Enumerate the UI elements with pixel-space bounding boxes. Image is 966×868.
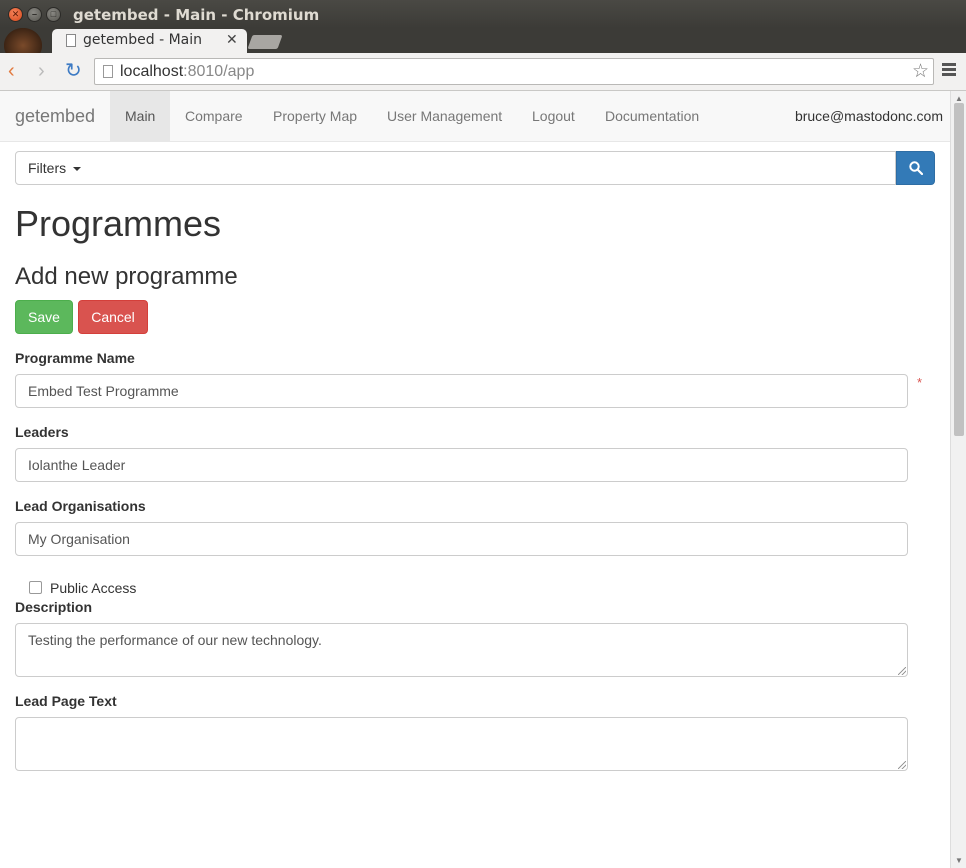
menu-hamburger-icon[interactable] bbox=[942, 63, 956, 78]
public-access-label[interactable]: Public Access bbox=[50, 580, 136, 596]
window-title: getembed - Main - Chromium bbox=[73, 6, 320, 24]
url-host: localhost bbox=[120, 63, 184, 80]
filters-dropdown-button[interactable]: Filters bbox=[15, 151, 91, 185]
resize-handle-icon[interactable] bbox=[898, 761, 906, 769]
caret-down-icon bbox=[73, 167, 82, 172]
window-minimize-button[interactable]: – bbox=[27, 7, 42, 22]
window-maximize-button[interactable]: □ bbox=[46, 7, 61, 22]
leaders-input[interactable]: Iolanthe Leader bbox=[15, 448, 908, 482]
search-input[interactable] bbox=[90, 151, 896, 185]
reload-icon[interactable]: ↻ bbox=[65, 61, 82, 81]
cancel-button[interactable]: Cancel bbox=[78, 300, 148, 334]
window-close-button[interactable]: ✕ bbox=[8, 7, 23, 22]
lead-organisations-label: Lead Organisations bbox=[15, 498, 146, 514]
page-icon bbox=[103, 65, 113, 78]
resize-handle-icon[interactable] bbox=[898, 667, 906, 675]
save-button[interactable]: Save bbox=[15, 300, 73, 334]
url-path: :8010/app bbox=[183, 63, 255, 80]
tab-close-icon[interactable]: ✕ bbox=[226, 31, 238, 48]
browser-toolbar: ‹ › ↻ localhost:8010/app ☆ bbox=[0, 53, 966, 91]
lead-page-text-textarea[interactable] bbox=[15, 717, 908, 771]
scrollbar-thumb[interactable] bbox=[954, 103, 964, 436]
nav-item-property-map[interactable]: Property Map bbox=[258, 91, 372, 141]
leaders-label: Leaders bbox=[15, 424, 69, 440]
lead-organisations-input[interactable]: My Organisation bbox=[15, 522, 908, 556]
nav-item-main[interactable]: Main bbox=[110, 91, 171, 141]
address-bar[interactable]: localhost:8010/app ☆ bbox=[94, 58, 934, 85]
window-controls: ✕ – □ bbox=[8, 7, 61, 22]
window-title-bar: ✕ – □ getembed - Main - Chromium bbox=[0, 0, 966, 28]
nav-item-documentation[interactable]: Documentation bbox=[590, 91, 714, 141]
url-text[interactable]: localhost:8010/app bbox=[120, 63, 254, 81]
tab-strip: getembed - Main ✕ bbox=[0, 28, 966, 53]
filters-label: Filters bbox=[28, 160, 67, 176]
nav-item-user-management[interactable]: User Management bbox=[372, 91, 517, 141]
browser-logo-icon bbox=[4, 28, 42, 53]
nav-item-logout[interactable]: Logout bbox=[517, 91, 590, 141]
page-icon bbox=[66, 34, 76, 47]
search-icon bbox=[909, 161, 923, 175]
description-textarea[interactable]: Testing the performance of our new techn… bbox=[15, 623, 908, 677]
lead-page-text-label: Lead Page Text bbox=[15, 693, 117, 709]
browser-tab[interactable]: getembed - Main ✕ bbox=[52, 29, 247, 53]
nav-item-compare[interactable]: Compare bbox=[170, 91, 258, 141]
public-access-checkbox[interactable] bbox=[29, 581, 42, 594]
page-title: Programmes bbox=[15, 203, 222, 244]
programme-name-label: Programme Name bbox=[15, 350, 135, 366]
user-email[interactable]: bruce@mastodonc.com bbox=[795, 91, 943, 141]
page-scrollbar[interactable]: ▲ ▼ bbox=[950, 91, 966, 868]
description-label: Description bbox=[15, 599, 93, 615]
app-navbar: getembed Main Compare Property Map User … bbox=[0, 91, 950, 142]
required-marker: * bbox=[917, 375, 923, 390]
bookmark-star-icon[interactable]: ☆ bbox=[912, 60, 929, 83]
scroll-up-icon[interactable]: ▲ bbox=[955, 94, 963, 103]
forward-icon[interactable]: › bbox=[38, 61, 45, 81]
tab-title: getembed - Main bbox=[83, 32, 202, 48]
new-tab-button[interactable] bbox=[247, 35, 283, 49]
programme-name-input[interactable]: Embed Test Programme bbox=[15, 374, 908, 408]
back-icon[interactable]: ‹ bbox=[8, 61, 15, 81]
search-button[interactable] bbox=[896, 151, 935, 185]
scroll-down-icon[interactable]: ▼ bbox=[955, 856, 963, 865]
page-viewport: getembed Main Compare Property Map User … bbox=[0, 91, 950, 868]
description-text: Testing the performance of our new techn… bbox=[28, 632, 322, 648]
filter-bar: Filters bbox=[15, 151, 935, 185]
form-title: Add new programme bbox=[15, 263, 238, 290]
brand-link[interactable]: getembed bbox=[15, 106, 95, 127]
